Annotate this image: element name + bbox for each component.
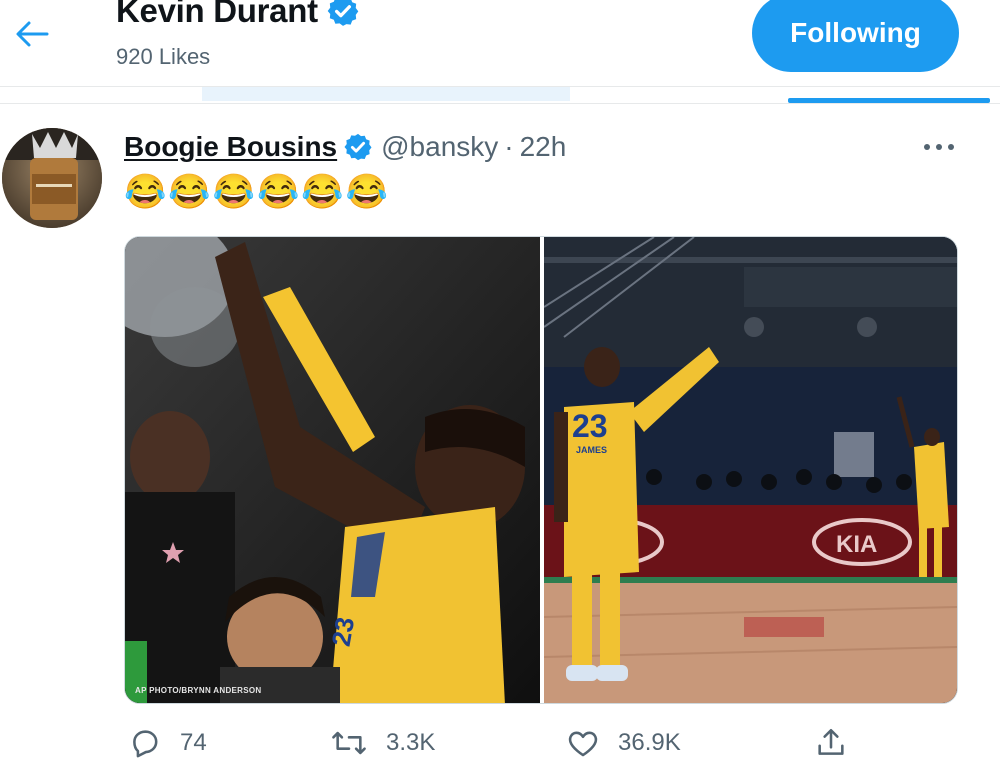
tweet-header: Boogie Bousins @bansky · 22h	[124, 131, 566, 163]
right-jersey-number: 23	[572, 408, 608, 444]
retweet-count: 3.3K	[386, 729, 436, 756]
retweet-icon	[332, 731, 366, 755]
profile-name: Kevin Durant	[116, 0, 318, 29]
author-avatar[interactable]	[2, 128, 102, 228]
more-horizontal-icon	[924, 144, 954, 150]
tab-hover-highlight[interactable]	[202, 87, 570, 101]
back-button[interactable]	[12, 14, 52, 54]
like-button[interactable]: 36.9K	[566, 726, 681, 760]
reply-count: 74	[180, 729, 207, 756]
like-count: 36.9K	[618, 729, 681, 756]
photo-right[interactable]: KIA KIA 23 JAMES	[544, 237, 957, 703]
left-jersey-number: 23	[326, 615, 361, 649]
following-button[interactable]: Following	[752, 0, 959, 72]
likes-count-subtitle: 920 Likes	[116, 44, 211, 69]
tweet-text: 😂😂😂😂😂😂	[124, 173, 391, 211]
reply-button[interactable]: 74	[128, 726, 207, 760]
author-handle[interactable]: @bansky	[381, 131, 498, 163]
separator: ·	[504, 131, 514, 162]
tweet-timestamp[interactable]: 22h	[520, 131, 567, 163]
share-button[interactable]	[814, 726, 848, 760]
author-name[interactable]: Boogie Bousins	[124, 131, 337, 163]
divider	[0, 103, 1000, 104]
tweet-actions: 74 3.3K 36.9K	[124, 722, 864, 776]
verified-badge-icon	[344, 133, 372, 161]
banner-sponsor-right: KIA	[836, 531, 877, 558]
verified-badge-icon	[327, 0, 359, 26]
header-title: Kevin Durant	[116, 0, 360, 30]
share-icon	[818, 728, 844, 755]
heart-icon	[568, 731, 598, 757]
verified-badge	[343, 132, 373, 162]
right-jersey-name: JAMES	[576, 445, 607, 455]
photo-left[interactable]: 23 AP PHOTO/BRYNN ANDERSON	[125, 237, 540, 703]
reply-icon	[133, 730, 158, 758]
photo-credit: AP PHOTO/BRYNN ANDERSON	[135, 686, 262, 695]
arrow-left-icon	[16, 21, 49, 47]
profile-header: Kevin Durant 920 Likes Following	[0, 0, 1000, 86]
retweet-button[interactable]: 3.3K	[330, 726, 435, 760]
tweet-media: 23 AP PHOTO/BRYNN ANDERSON KIA 23 JAMES	[124, 236, 958, 704]
more-options-button[interactable]	[918, 132, 960, 162]
